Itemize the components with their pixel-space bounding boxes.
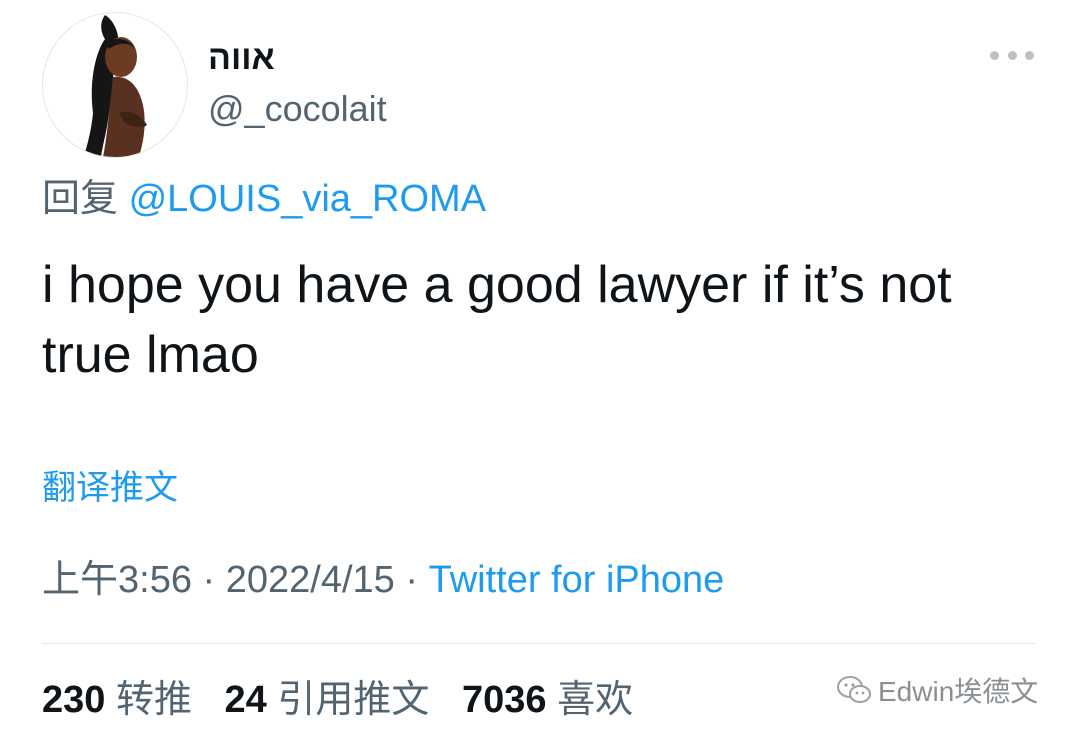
like-label: 喜欢 [557,679,634,721]
meta-separator: · [405,559,419,601]
dot [1007,50,1017,60]
more-options-icon[interactable] [990,40,1034,70]
reply-mention-link[interactable]: @LOUIS_via_ROMA [129,178,486,220]
meta-separator: · [202,559,216,601]
quotes-stat[interactable]: 24 引用推文 [225,679,440,721]
quote-label: 引用推文 [277,679,430,721]
user-handle[interactable]: @_cocolait [208,88,387,130]
dot [990,50,999,60]
avatar[interactable] [42,12,188,158]
reply-context: 回复 @LOUIS_via_ROMA [42,176,486,222]
tweet-metadata: 上午3:56 · 2022/4/15 · Twitter for iPhone [42,556,724,604]
dot [1025,50,1034,60]
retweet-label: 转推 [115,679,192,721]
retweet-count: 230 [42,679,106,721]
avatar-illustration-icon [85,15,147,157]
likes-stat[interactable]: 7036 喜欢 [462,679,633,721]
reply-prefix: 回复 [42,178,119,220]
tweet-text: i hope you have a good lawyer if it’s no… [42,256,952,384]
wechat-icon [837,676,871,703]
tweet-source-link[interactable]: Twitter for iPhone [429,559,725,601]
quote-count: 24 [224,679,267,721]
translate-tweet-link[interactable]: 翻译推文 [42,466,178,510]
retweets-stat[interactable]: 230 转推 [42,679,203,721]
engagement-stats: 230 转推 24 引用推文 7036 喜欢 [42,676,655,724]
tweet-time[interactable]: 上午3:56 [42,559,192,601]
watermark-text: Edwin埃德文 [878,676,1039,707]
divider [42,643,1036,644]
like-count: 7036 [461,679,547,721]
display-name[interactable]: אווה [208,38,275,78]
tweet-date[interactable]: 2022/4/15 [226,559,395,601]
watermark: Edwin埃德文 [836,670,1038,710]
